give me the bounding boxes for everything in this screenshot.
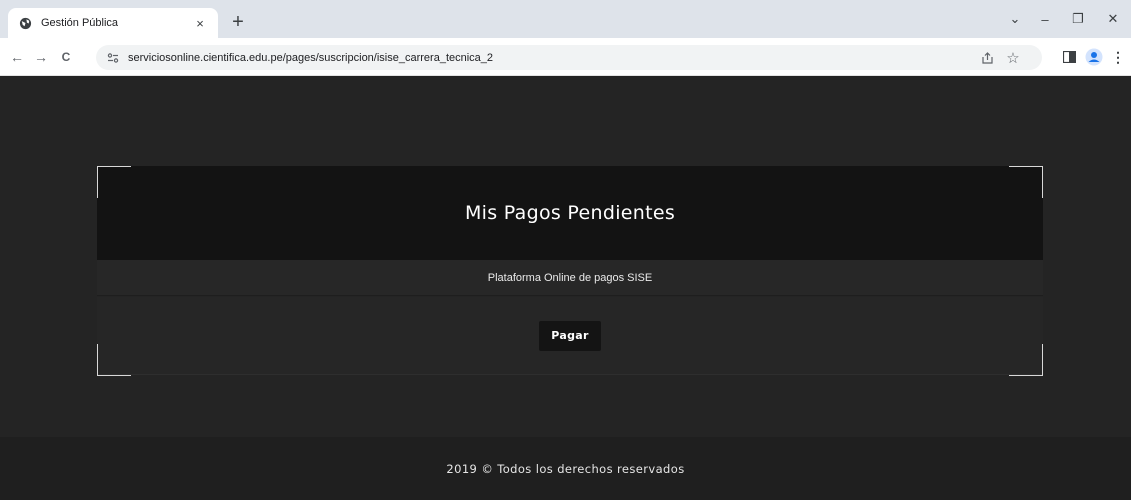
tab-close-icon[interactable]: ×: [192, 16, 208, 31]
platform-subtitle: Plataforma Online de pagos SISE: [487, 271, 653, 284]
tab-strip: Gestión Pública × + ⌄ – ❐ ✕: [0, 0, 1131, 38]
maximize-icon[interactable]: ❐: [1063, 8, 1093, 30]
minimize-icon[interactable]: –: [1030, 8, 1060, 30]
menu-icon[interactable]: ⋮: [1107, 46, 1129, 68]
page-content: Mis Pagos Pendientes Plataforma Online d…: [0, 77, 1131, 500]
corner-bracket-top-right: [1009, 166, 1043, 198]
star-icon[interactable]: ☆: [1004, 49, 1022, 67]
payment-card: Mis Pagos Pendientes Plataforma Online d…: [97, 166, 1043, 375]
card-subheader: Plataforma Online de pagos SISE: [97, 260, 1043, 296]
forward-icon[interactable]: →: [30, 46, 52, 68]
back-icon[interactable]: ←: [6, 46, 28, 68]
page-title: Mis Pagos Pendientes: [464, 202, 676, 224]
site-info-icon[interactable]: [106, 51, 120, 65]
corner-bracket-top-left: [97, 166, 131, 198]
corner-bracket-bottom-right: [1009, 344, 1043, 376]
card-body: Pagar: [97, 297, 1043, 375]
url-text[interactable]: serviciosonline.cientifica.edu.pe/pages/…: [128, 52, 493, 64]
copyright-text: 2019 © Todos los derechos reservados: [446, 461, 685, 476]
tab-search-icon[interactable]: ⌄: [1000, 8, 1030, 30]
side-panel-icon[interactable]: [1058, 46, 1080, 68]
footer: 2019 © Todos los derechos reservados: [0, 437, 1131, 500]
share-icon[interactable]: [978, 49, 996, 67]
address-bar[interactable]: serviciosonline.cientifica.edu.pe/pages/…: [96, 45, 1042, 70]
pay-button[interactable]: Pagar: [539, 320, 601, 351]
browser-toolbar: ← → C serviciosonline.cientifica.edu.pe/…: [0, 38, 1131, 76]
close-window-icon[interactable]: ✕: [1098, 8, 1128, 30]
globe-icon: [18, 16, 32, 30]
reload-icon[interactable]: C: [55, 46, 77, 68]
profile-icon[interactable]: [1083, 46, 1105, 68]
browser-tab[interactable]: Gestión Pública ×: [8, 8, 218, 38]
tab-title: Gestión Pública: [41, 17, 119, 29]
new-tab-button[interactable]: +: [226, 10, 250, 34]
card-header: Mis Pagos Pendientes: [97, 166, 1043, 260]
corner-bracket-bottom-left: [97, 344, 131, 376]
